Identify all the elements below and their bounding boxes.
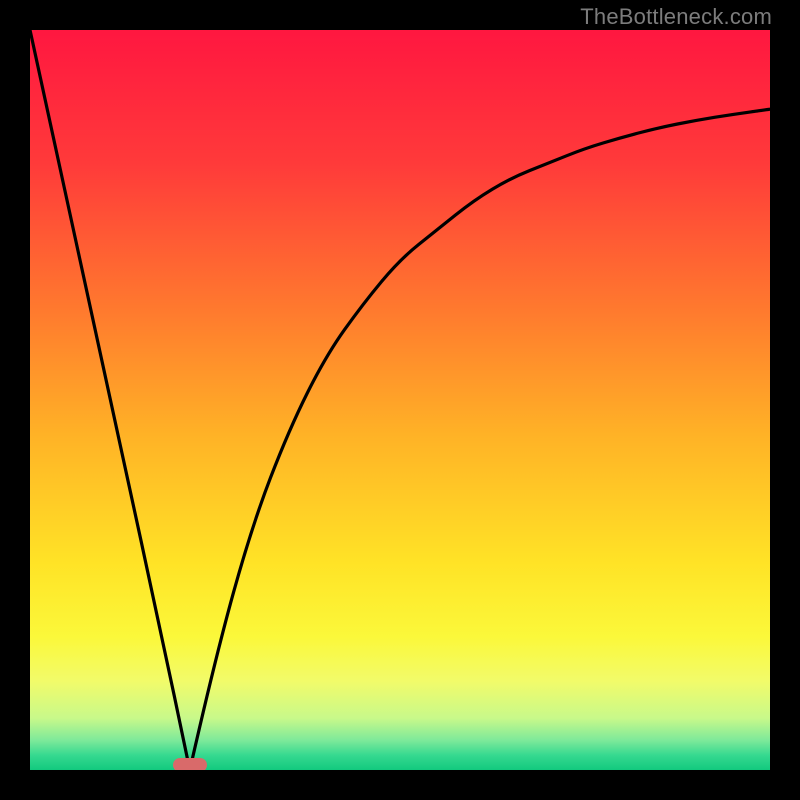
plot-area [30, 30, 770, 770]
bottleneck-curve [30, 30, 770, 770]
optimal-point-marker [173, 758, 207, 770]
watermark-text: TheBottleneck.com [580, 4, 772, 30]
chart-frame: TheBottleneck.com [0, 0, 800, 800]
